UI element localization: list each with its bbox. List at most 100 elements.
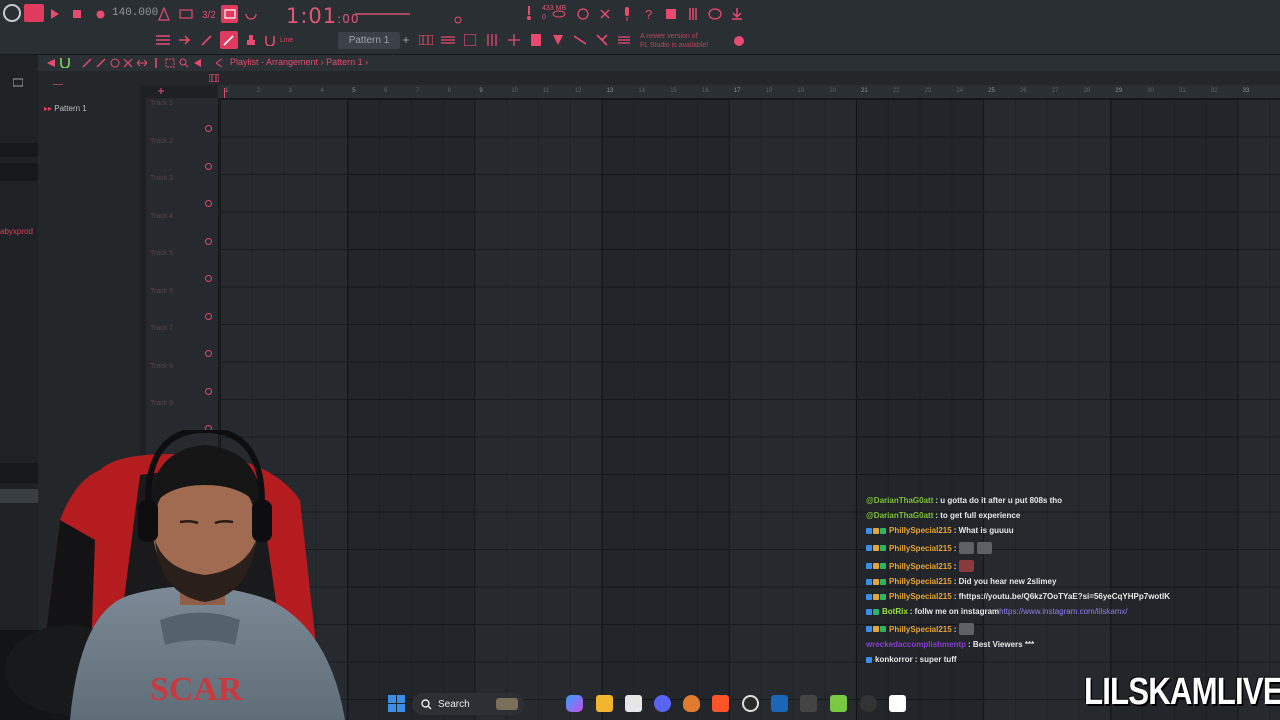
slice-tool-icon[interactable] <box>150 57 162 69</box>
help-icon[interactable]: ? <box>641 6 657 22</box>
download-icon[interactable] <box>729 6 745 22</box>
draw-tool-icon[interactable] <box>199 33 215 47</box>
loop-record-icon[interactable] <box>243 6 259 22</box>
track-label[interactable]: Track 7 <box>150 325 173 332</box>
copilot-icon[interactable] <box>566 695 583 712</box>
stamp-icon[interactable] <box>243 33 259 47</box>
master-volume-slider[interactable] <box>355 13 410 15</box>
mixer-icon[interactable] <box>685 6 701 22</box>
link-icon[interactable] <box>551 8 567 20</box>
record-icon[interactable] <box>93 7 107 21</box>
project-info-icon[interactable] <box>616 33 632 47</box>
track-label[interactable]: Track 3 <box>150 175 173 182</box>
track-mute-toggle[interactable] <box>205 237 212 245</box>
chat-link[interactable]: https://www.instagram.com/lilskamx/ <box>999 607 1127 616</box>
chat-username[interactable]: PhillySpecial215 <box>889 577 952 586</box>
playback-tool-icon[interactable] <box>192 57 204 69</box>
save-icon[interactable] <box>663 6 679 22</box>
delete-tool-icon[interactable] <box>109 57 121 69</box>
snap-selector[interactable]: Line <box>280 37 293 44</box>
track-mute-toggle[interactable] <box>205 275 212 282</box>
browser-options-icon[interactable] <box>12 76 24 88</box>
track-label[interactable]: Track 5 <box>150 250 173 257</box>
piano-roll-icon[interactable] <box>418 33 434 47</box>
update-globe-icon[interactable] <box>732 34 745 47</box>
track-mute-toggle[interactable] <box>205 125 212 132</box>
windows-start-icon[interactable] <box>388 695 405 712</box>
update-notice[interactable]: A newer version of FL Studio is available… <box>640 32 708 50</box>
track-label[interactable]: Track 8 <box>150 363 173 370</box>
microsoft-store-icon[interactable] <box>625 695 642 712</box>
countdown-icon[interactable]: 3/2 <box>200 6 216 22</box>
capcut-icon[interactable] <box>889 695 906 712</box>
track-label[interactable]: Track 2 <box>150 138 173 145</box>
touch-keyboard-icon[interactable] <box>572 33 588 47</box>
grid-view-icon[interactable] <box>208 73 220 83</box>
chat-username[interactable]: PhillySpecial215 <box>889 625 952 634</box>
zoom-tool-icon[interactable] <box>178 57 190 69</box>
chat-icon[interactable] <box>707 6 723 22</box>
add-track-icon[interactable] <box>156 86 166 96</box>
playlist-view-icon[interactable] <box>155 33 171 47</box>
undo-history-icon[interactable] <box>575 6 591 22</box>
select-tool-icon[interactable] <box>164 57 176 69</box>
pat-song-toggle[interactable] <box>24 4 44 22</box>
track-mute-toggle[interactable] <box>205 200 212 207</box>
tempo-display[interactable]: 140.000 <box>112 7 158 19</box>
browser-view-icon[interactable] <box>462 33 478 47</box>
playlist-menu-arrow-icon[interactable] <box>46 58 56 68</box>
track-label[interactable]: Track 9 <box>150 400 173 407</box>
app-icon[interactable] <box>800 695 817 712</box>
track-mute-toggle[interactable] <box>205 312 212 320</box>
fl-studio-logo-icon[interactable] <box>3 4 21 22</box>
chat-username[interactable]: wreckedaccomplishmentp <box>866 640 966 649</box>
cut-icon[interactable] <box>597 6 613 22</box>
stop-icon[interactable] <box>70 7 84 21</box>
track-mute-toggle[interactable] <box>205 387 212 395</box>
render-icon[interactable] <box>594 33 610 47</box>
obs-icon[interactable] <box>742 695 759 712</box>
capture-icon[interactable] <box>860 695 877 712</box>
picker-item-pattern-1[interactable]: ▸▸ Pattern 1 <box>44 104 87 113</box>
mute-tool-icon[interactable] <box>122 57 134 69</box>
chat-username[interactable]: @DarianThaG0att <box>866 511 933 520</box>
track-mute-toggle[interactable] <box>205 350 212 357</box>
step-edit-icon[interactable] <box>221 5 238 23</box>
chat-username[interactable]: PhillySpecial215 <box>889 562 952 571</box>
pattern-selector[interactable]: Pattern 1 <box>338 32 400 49</box>
track-label[interactable]: Track 1 <box>150 100 173 107</box>
fl-studio-taskbar-icon[interactable] <box>683 695 700 712</box>
chat-username[interactable]: PhillySpecial215 <box>889 526 952 535</box>
wait-input-icon[interactable] <box>178 6 194 22</box>
file-explorer-icon[interactable] <box>596 695 613 712</box>
metronome-icon[interactable] <box>156 6 172 22</box>
chat-username[interactable]: konkorror <box>875 655 913 664</box>
chat-username[interactable]: PhillySpecial215 <box>889 544 952 553</box>
chat-username[interactable]: BotRix <box>882 607 908 616</box>
pitch-knob-icon[interactable] <box>452 14 464 26</box>
chat-username[interactable]: @DarianThaG0att <box>866 496 933 505</box>
microphone-icon[interactable] <box>619 6 635 22</box>
mixer-view-icon[interactable] <box>484 33 500 47</box>
arrow-right-icon[interactable] <box>177 33 193 47</box>
slip-tool-icon[interactable] <box>136 57 148 69</box>
chat-username[interactable]: PhillySpecial215 <box>889 592 952 601</box>
track-label[interactable]: Track 4 <box>150 213 173 220</box>
add-pattern-icon[interactable] <box>402 35 410 45</box>
steam-icon[interactable] <box>771 695 788 712</box>
snap-magnet-icon[interactable] <box>59 56 71 69</box>
taskbar-search[interactable]: Search <box>412 693 524 715</box>
tempo-tapper-icon[interactable] <box>550 33 566 47</box>
paint-tool-icon[interactable] <box>220 31 238 49</box>
playhead[interactable] <box>224 88 225 98</box>
pencil-tool-icon[interactable] <box>81 57 93 69</box>
plugin-picker-icon[interactable] <box>506 33 522 47</box>
play-icon[interactable] <box>48 7 62 21</box>
track-label[interactable]: Track 6 <box>150 288 173 295</box>
channel-rack-icon[interactable] <box>440 33 456 47</box>
magnet-icon[interactable] <box>263 34 277 48</box>
track-mute-toggle[interactable] <box>205 162 212 170</box>
playlist-arrow-icon[interactable] <box>214 57 226 69</box>
bluestacks-icon[interactable] <box>830 695 847 712</box>
discord-icon[interactable] <box>654 695 671 712</box>
